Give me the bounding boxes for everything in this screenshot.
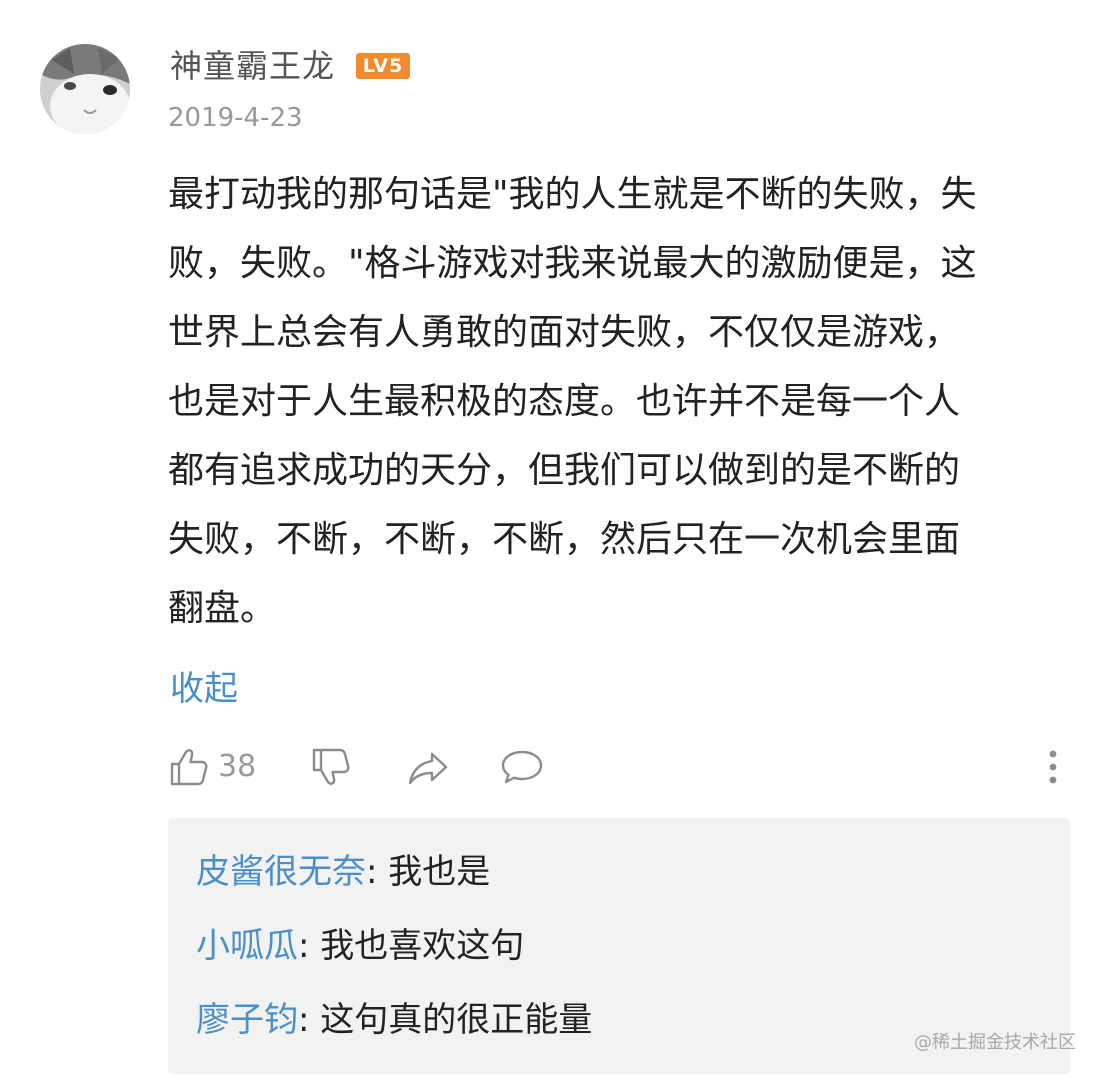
comment-username[interactable]: 神童霸王龙 xyxy=(170,44,335,88)
like-button[interactable]: 38 xyxy=(168,742,256,792)
reply-button[interactable] xyxy=(500,742,544,792)
reply-item[interactable]: 廖子钧: 这句真的很正能量 xyxy=(196,997,592,1043)
watermark: @稀土掘金技术社区 xyxy=(914,1032,1076,1053)
speech-bubble-icon xyxy=(501,750,543,784)
reply-author[interactable]: 皮酱很无奈 xyxy=(196,852,366,892)
reply-text: 这句真的很正能量 xyxy=(320,1000,593,1040)
comment-text: 最打动我的那句话是"我的人生就是不断的失败，失 败，失败。"格斗游戏对我来说最大… xyxy=(168,174,977,629)
reply-item[interactable]: 皮酱很无奈: 我也是 xyxy=(196,849,490,895)
comment-date: 2019-4-23 xyxy=(168,103,303,133)
reply-separator: : xyxy=(298,926,321,966)
reply-text: 我也是 xyxy=(388,852,491,892)
reply-author[interactable]: 廖子钧 xyxy=(196,1000,298,1040)
reply-text: 我也喜欢这句 xyxy=(320,926,525,966)
more-options-button[interactable] xyxy=(1038,742,1068,792)
user-avatar[interactable] xyxy=(40,44,130,134)
thumbs-down-icon xyxy=(312,748,350,785)
cat-avatar-icon xyxy=(40,44,130,134)
share-arrow-icon xyxy=(408,752,448,785)
share-button[interactable] xyxy=(406,742,450,792)
collapse-link[interactable]: 收起 xyxy=(170,666,238,712)
dislike-button[interactable] xyxy=(310,742,352,792)
vertical-dots-icon xyxy=(1049,750,1057,784)
like-count: 38 xyxy=(218,749,257,784)
reply-separator: : xyxy=(298,1000,321,1040)
thumbs-up-icon xyxy=(170,749,208,786)
level-badge: LV5 xyxy=(356,53,410,79)
reply-separator: : xyxy=(366,852,389,892)
reply-author[interactable]: 小呱瓜 xyxy=(196,926,298,966)
reply-item[interactable]: 小呱瓜: 我也喜欢这句 xyxy=(196,923,524,969)
comment-actions: 38 xyxy=(168,742,1068,792)
